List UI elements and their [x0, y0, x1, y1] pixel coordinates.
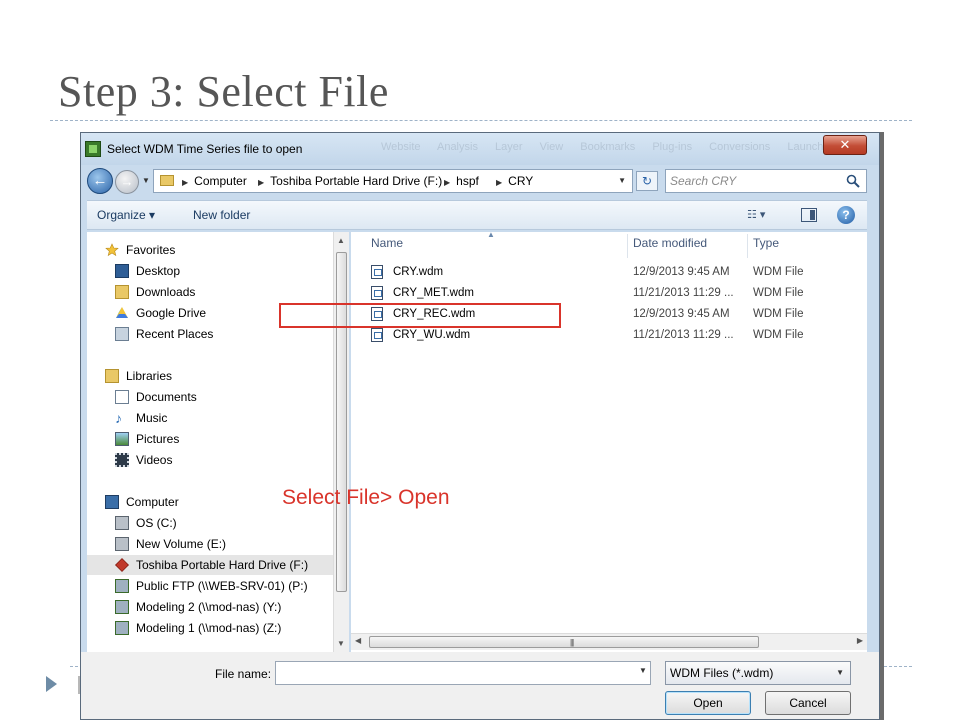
usb-drive-icon [115, 558, 129, 572]
sidebar-item-toshiba-f[interactable]: Toshiba Portable Hard Drive (F:) [87, 555, 335, 575]
slide-title: Step 3: Select File [58, 67, 389, 116]
chevron-down-icon: ▼ [836, 668, 844, 677]
file-open-dialog: Select WDM Time Series file to open Webs… [80, 132, 880, 720]
search-box[interactable] [665, 169, 867, 193]
libraries-icon [105, 369, 119, 383]
network-drive-icon [115, 621, 129, 635]
navigation-pane: Favorites Desktop Downloads Google Drive… [87, 232, 343, 652]
dialog-title: Select WDM Time Series file to open [107, 142, 303, 156]
file-type: WDM File [753, 287, 804, 299]
drive-icon [115, 516, 129, 530]
wdm-file-icon [371, 328, 383, 342]
navigation-scrollbar[interactable]: ▲ ▼ [333, 232, 349, 652]
change-view-icon[interactable]: ☷ ▾ [747, 208, 765, 221]
file-date: 11/21/2013 11:29 ... [633, 287, 734, 299]
file-name: CRY_MET.wdm [393, 287, 474, 299]
file-name-input[interactable] [275, 661, 651, 685]
search-icon[interactable] [846, 174, 860, 188]
breadcrumb-item-computer[interactable]: ▶ Computer [182, 170, 247, 194]
open-button[interactable]: Open [665, 691, 751, 715]
file-date: 11/21/2013 11:29 ... [633, 329, 734, 341]
breadcrumb-item-hspf[interactable]: ▶ hspf [444, 170, 479, 194]
file-type: WDM File [753, 266, 804, 278]
close-button[interactable]: ✕ [823, 135, 867, 155]
back-arrow-icon[interactable]: ← [87, 168, 113, 194]
column-separator[interactable] [627, 234, 628, 258]
wdm-file-icon [371, 286, 383, 300]
breadcrumb-item-cry[interactable]: ▶ CRY [496, 170, 533, 194]
pictures-icon [115, 432, 129, 446]
file-type: WDM File [753, 308, 804, 320]
breadcrumb-item-drive[interactable]: ▶ Toshiba Portable Hard Drive (F:) [258, 170, 442, 194]
search-input[interactable] [670, 173, 840, 189]
slide-bullet-icon [46, 676, 57, 692]
recent-places-icon [115, 327, 129, 341]
cancel-button[interactable]: Cancel [765, 691, 851, 715]
recent-locations-chevron-icon[interactable]: ▼ [142, 176, 150, 185]
slide-divider-top [50, 120, 912, 121]
address-row: ← → ▼ ▶ Computer ▶ Toshiba Portable Hard D… [81, 167, 879, 195]
scroll-left-arrow-icon[interactable]: ◀ [355, 636, 361, 645]
file-row[interactable]: CRY_WU.wdm 11/21/2013 11:29 ... WDM File [371, 325, 851, 345]
dialog-footer: File name: ▼ WDM Files (*.wdm) ▼ Open Ca… [81, 652, 879, 719]
folder-icon [160, 175, 174, 186]
preview-pane-icon[interactable] [801, 208, 817, 222]
command-toolbar: Organize ▾ New folder ☷ ▾ ? [87, 200, 867, 230]
file-list: ▲ Name Date modified Type CRY.wdm 12/9/2… [351, 230, 867, 652]
column-header-type[interactable]: Type [753, 236, 779, 250]
downloads-folder-icon [115, 285, 129, 299]
column-header-name[interactable]: Name [371, 236, 403, 250]
organize-menu-button[interactable]: Organize ▾ [97, 208, 155, 222]
dialog-titlebar[interactable]: Select WDM Time Series file to open Webs… [81, 133, 879, 165]
column-separator[interactable] [747, 234, 748, 258]
column-header-date-modified[interactable]: Date modified [633, 236, 707, 250]
scrollbar-grip-icon: ||| [570, 638, 574, 647]
help-icon[interactable]: ? [837, 206, 855, 224]
star-icon [105, 243, 119, 257]
app-icon [85, 141, 101, 157]
background-app-menu: Website Analysis Layer View Bookmarks Pl… [381, 141, 824, 153]
file-type-select[interactable]: WDM Files (*.wdm) ▼ [665, 661, 851, 685]
annotation-highlight-box [279, 303, 561, 328]
computer-icon [105, 495, 119, 509]
scroll-up-arrow-icon[interactable]: ▲ [337, 236, 345, 245]
documents-icon [115, 390, 129, 404]
sort-ascending-icon: ▲ [487, 230, 495, 239]
file-type-selected-value: WDM Files (*.wdm) [670, 666, 774, 680]
scroll-right-arrow-icon[interactable]: ▶ [857, 636, 863, 645]
scroll-down-arrow-icon[interactable]: ▼ [337, 639, 345, 648]
file-name: CRY_WU.wdm [393, 329, 471, 341]
network-drive-icon [115, 579, 129, 593]
file-name: CRY.wdm [393, 266, 444, 278]
desktop-icon [115, 264, 129, 278]
wdm-file-icon [371, 265, 383, 279]
file-type: WDM File [753, 329, 804, 341]
scrollbar-thumb[interactable]: ||| [369, 636, 759, 648]
annotation-instruction: Select File> Open [282, 486, 450, 509]
breadcrumb[interactable]: ▶ Computer ▶ Toshiba Portable Hard Drive (… [153, 169, 633, 193]
file-name-label: File name: [215, 667, 272, 681]
videos-icon [115, 453, 129, 467]
address-dropdown-chevron-icon[interactable]: ▼ [618, 170, 626, 192]
music-note-icon: ♪ [115, 410, 122, 426]
refresh-icon[interactable]: ↻ [636, 171, 658, 191]
file-row[interactable]: CRY.wdm 12/9/2013 9:45 AM WDM File [371, 262, 851, 282]
file-list-horizontal-scrollbar[interactable]: ◀ ||| ▶ [351, 633, 867, 650]
file-date: 12/9/2013 9:45 AM [633, 266, 730, 278]
google-drive-icon [116, 307, 128, 318]
forward-arrow-icon[interactable]: → [115, 170, 139, 194]
background-window-edge-right [880, 132, 884, 720]
new-folder-button[interactable]: New folder [193, 208, 250, 222]
file-name-dropdown-chevron-icon[interactable]: ▼ [639, 666, 647, 675]
file-row[interactable]: CRY_MET.wdm 11/21/2013 11:29 ... WDM Fil… [371, 283, 851, 303]
drive-icon [115, 537, 129, 551]
network-drive-icon [115, 600, 129, 614]
file-date: 12/9/2013 9:45 AM [633, 308, 730, 320]
